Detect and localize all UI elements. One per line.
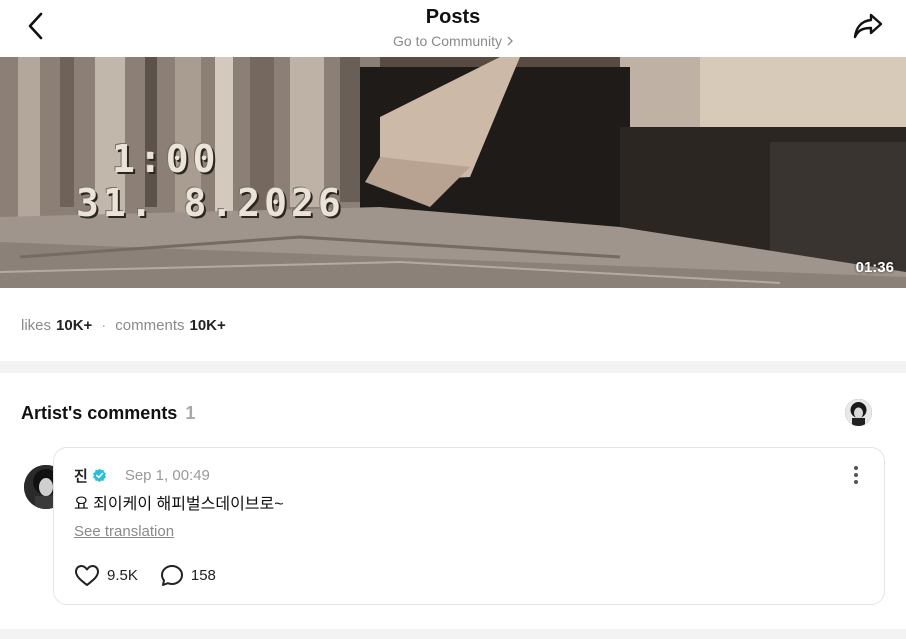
- kebab-dot-icon: [854, 473, 858, 477]
- stats-separator: ·: [101, 317, 107, 334]
- comments-count[interactable]: 10K+: [189, 317, 225, 334]
- comment-actions: 9.5K 158: [74, 564, 238, 587]
- post-stats: likes 10K+ · comments 10K+: [21, 317, 226, 334]
- video-timestamp-date: 31. 8.2026: [76, 181, 345, 225]
- section-divider: [0, 361, 906, 373]
- verified-badge-icon: [92, 468, 106, 483]
- kebab-dot-icon: [854, 480, 858, 484]
- video-timestamp-time: 1:00: [112, 137, 220, 181]
- likes-count: 10K+: [56, 317, 93, 334]
- like-count: 9.5K: [107, 567, 138, 584]
- artist-comments-title: Artist's comments: [21, 403, 178, 423]
- share-button[interactable]: [850, 9, 886, 43]
- kebab-dot-icon: [854, 466, 858, 470]
- video-player[interactable]: 1:00 31. 8.2026 01:36: [0, 57, 906, 288]
- more-options-button[interactable]: [848, 464, 864, 486]
- like-button[interactable]: 9.5K: [74, 564, 138, 587]
- heart-icon: [75, 565, 99, 586]
- chevron-right-icon: [507, 36, 513, 46]
- share-arrow-icon: [853, 13, 883, 39]
- see-translation-link[interactable]: See translation: [74, 523, 174, 540]
- comment-bubble-icon: [160, 565, 183, 586]
- go-to-community-label: Go to Community: [393, 33, 502, 49]
- video-duration: 01:36: [855, 259, 894, 276]
- comments-label[interactable]: comments: [115, 317, 184, 334]
- comment-timestamp: Sep 1, 00:49: [124, 467, 210, 484]
- artist-avatar-filter[interactable]: [845, 399, 872, 426]
- artist-comments-count: 1: [185, 403, 196, 423]
- comment-text: 요 죄이케이 해피벌스데이브로~: [74, 496, 284, 513]
- header-center: Posts Go to Community: [0, 5, 906, 51]
- go-to-community-link[interactable]: Go to Community: [393, 33, 513, 49]
- reply-count: 158: [190, 567, 216, 584]
- reply-button[interactable]: 158: [160, 564, 216, 587]
- comment-author-name[interactable]: 진: [74, 465, 88, 486]
- likes-label: likes: [21, 317, 52, 334]
- avatar: [845, 399, 872, 426]
- comment-header: 진 Sep 1, 00:49: [74, 465, 210, 486]
- artist-comments-heading: Artist's comments 1: [21, 403, 195, 424]
- top-bar: Posts Go to Community: [0, 0, 906, 57]
- section-divider: [0, 629, 906, 639]
- artist-comment-card: 진 Sep 1, 00:49 요 죄이케이 해피벌스데이브로~ See tran…: [53, 447, 885, 605]
- page-title: Posts: [425, 6, 481, 28]
